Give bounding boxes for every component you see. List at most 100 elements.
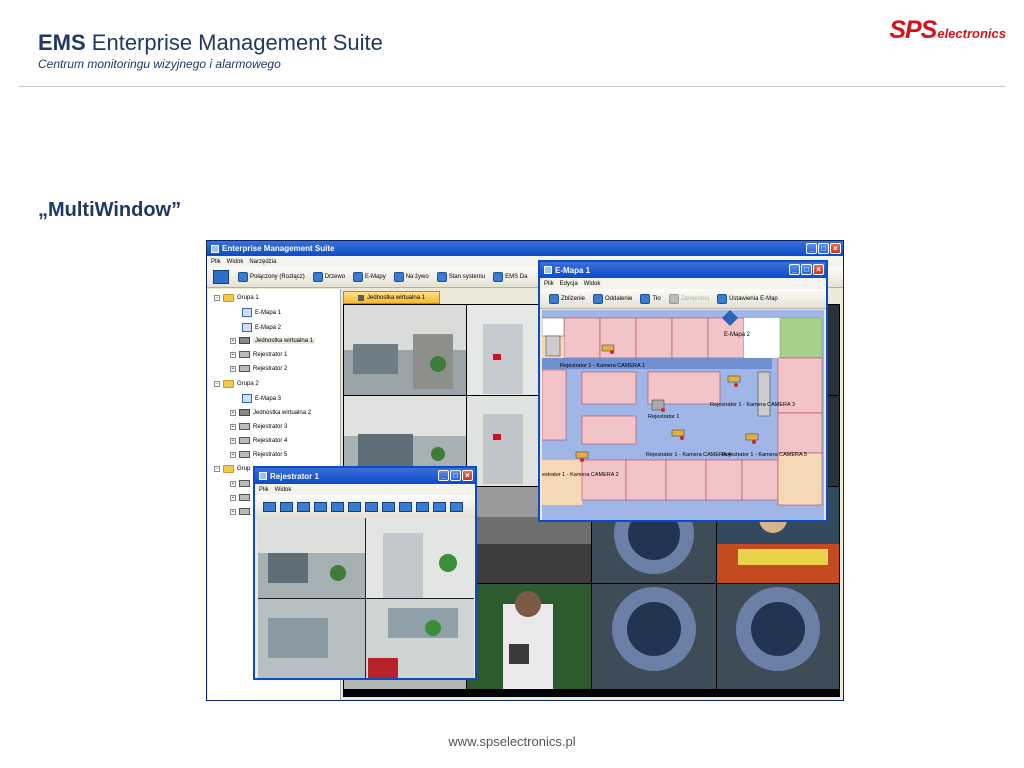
tree-expander[interactable]: − [214,295,220,301]
zoom-in-button[interactable]: Zbliżenie [546,293,588,304]
tree-expander[interactable]: + [230,480,236,487]
tree-expander[interactable]: + [230,337,236,344]
toolbar-tree-label: Drzewo [324,274,346,280]
tree-item-jednostka-wirtualna-1[interactable]: + Jednostka wirtualna 1 [230,337,316,344]
minimize-button[interactable]: _ [789,264,800,275]
tree-item-grupa-2[interactable]: − Grupa 2 [214,380,259,388]
tree-item-rejestrator-2[interactable]: + Rejestrator 2 [230,365,287,372]
register-button[interactable]: Zarejestruj [666,293,712,304]
tree-expander[interactable]: + [230,409,236,416]
map-icon [242,308,252,317]
tree-item-hidden-2[interactable]: + [230,494,250,501]
background-icon [640,293,651,304]
toolbar-tree-button[interactable]: Drzewo [310,272,348,282]
tree-item-rejestrator-5[interactable]: + Rejestrator 5 [230,451,287,458]
record-icon[interactable] [450,502,463,512]
connect-icon [238,272,248,282]
tree-item-hidden-3[interactable]: + [230,508,250,515]
tree-expander[interactable]: − [214,466,220,472]
zoom-out-label: Oddalenie [605,295,633,302]
layout-13-icon[interactable] [365,502,378,512]
menu-plik[interactable]: Plik [259,487,269,493]
zoom-out-icon [593,293,604,304]
rejestrator-titlebar[interactable]: Rejestrator 1 _ □ × [255,468,475,484]
menu-plik[interactable]: Plik [544,281,554,287]
toolbar-emaps-button[interactable]: E-Mapy [350,272,389,282]
camera-icon [575,451,589,459]
tree-item-rejestrator-1[interactable]: + Rejestrator 1 [230,351,287,358]
tree-expander[interactable]: + [230,508,236,515]
tree-expander[interactable]: + [230,351,236,358]
tree-label: Grupa 2 [237,381,259,387]
tab-jednostka-wirtualna-1[interactable]: Jednostka wirtualna 1 [343,291,441,304]
close-button[interactable]: × [462,470,473,481]
layout-10-icon[interactable] [348,502,361,512]
tree-item-hidden-1[interactable]: + [230,480,250,487]
slide-title: EMS Enterprise Management Suite [38,30,383,56]
map-label-camera1: Rejestrator 1 - Kamera CAMERA 1 [560,363,645,369]
minimize-button[interactable]: _ [806,243,817,254]
layout-8-icon[interactable] [314,502,327,512]
folder-icon [223,380,234,388]
slide-title-bold: EMS [38,30,86,55]
snapshot-icon[interactable] [433,502,446,512]
menu-edycja[interactable]: Edycja [560,281,578,287]
tree-expander[interactable]: + [230,423,236,430]
toolbar-ems-button[interactable]: EMS Da [490,272,530,282]
floor-plan-map[interactable]: E-Mapa 2 Rejestrator 1 - Kamera CAMERA 1… [541,310,824,520]
minimize-button[interactable]: _ [438,470,449,481]
tree-expander[interactable]: + [230,494,236,501]
layout-6-icon[interactable] [297,502,310,512]
register-icon [668,293,679,304]
menu-widok[interactable]: Widok [275,487,292,493]
emap-titlebar[interactable]: E-Mapa 1 _ □ × [540,262,826,278]
toolbar-connected-button[interactable]: Połączony (Rozłącz) [235,272,308,282]
close-button[interactable]: × [830,243,841,254]
tree-item-emapa-3[interactable]: E-Mapa 3 [242,394,281,403]
zoom-in-icon [549,293,559,304]
map-label-camera3: Rejestrator 1 - Kamera CAMERA 3 [710,402,795,408]
menu-plik[interactable]: Plik [211,259,221,265]
footer-url[interactable]: www.spselectronics.pl [0,734,1024,749]
sequence-icon[interactable] [399,502,412,512]
emap-settings-button[interactable]: Ustawienia E-Map [714,293,781,304]
close-button[interactable]: × [813,264,824,275]
background-label: Tło [652,295,661,302]
zoom-in-label: Zbliżenie [561,295,586,302]
layout-1-icon[interactable] [263,502,276,512]
tree-item-rejestrator-4[interactable]: + Rejestrator 4 [230,437,287,444]
emap-toolbar: Zbliżenie Oddalenie Tło Zarejestruj Usta… [540,289,826,309]
layout-9-icon[interactable] [331,502,344,512]
tree-label: E-Mapa 1 [255,309,282,316]
toolbar-system-status-button[interactable]: Stan systemu [434,272,488,282]
tree-expander[interactable]: + [230,451,236,458]
maximize-button[interactable]: □ [450,470,461,481]
tree-item-rejestrator-3[interactable]: + Rejestrator 3 [230,423,287,430]
fullscreen-icon[interactable] [416,502,429,512]
layout-4-icon[interactable] [280,502,293,512]
recorder-icon [239,480,250,487]
tree-item-emapa-2[interactable]: E-Mapa 2 [242,323,281,332]
toolbar-live-button[interactable]: Na żywo [391,272,432,282]
tree-item-grupa-1[interactable]: − Grupa 1 [214,294,259,302]
map-icon [544,266,552,274]
tree-expander[interactable]: − [214,381,220,387]
tree-label: Rejestrator 3 [253,423,288,430]
maximize-button[interactable]: □ [801,264,812,275]
tree-expander[interactable]: + [230,437,236,444]
menu-widok[interactable]: Widok [584,281,601,287]
background-button[interactable]: Tło [637,293,663,304]
tree-label: Jednostka wirtualna 2 [253,409,312,416]
tree-item-jednostka-wirtualna-2[interactable]: + Jednostka wirtualna 2 [230,409,311,416]
layout-16-icon[interactable] [382,502,395,512]
menu-widok[interactable]: Widok [227,259,244,265]
tree-item-emapa-1[interactable]: E-Mapa 1 [242,308,281,317]
zoom-out-button[interactable]: Oddalenie [590,293,635,304]
maximize-button[interactable]: □ [818,243,829,254]
emap-icon [353,272,364,282]
layout-grid-icon[interactable] [213,270,229,284]
main-titlebar[interactable]: Enterprise Management Suite _ □ × [207,241,843,256]
tree-item-grupa-3[interactable]: − Grup [214,465,250,473]
tree-expander[interactable]: + [230,365,236,372]
menu-narzedzia[interactable]: Narzędzia [249,259,276,265]
